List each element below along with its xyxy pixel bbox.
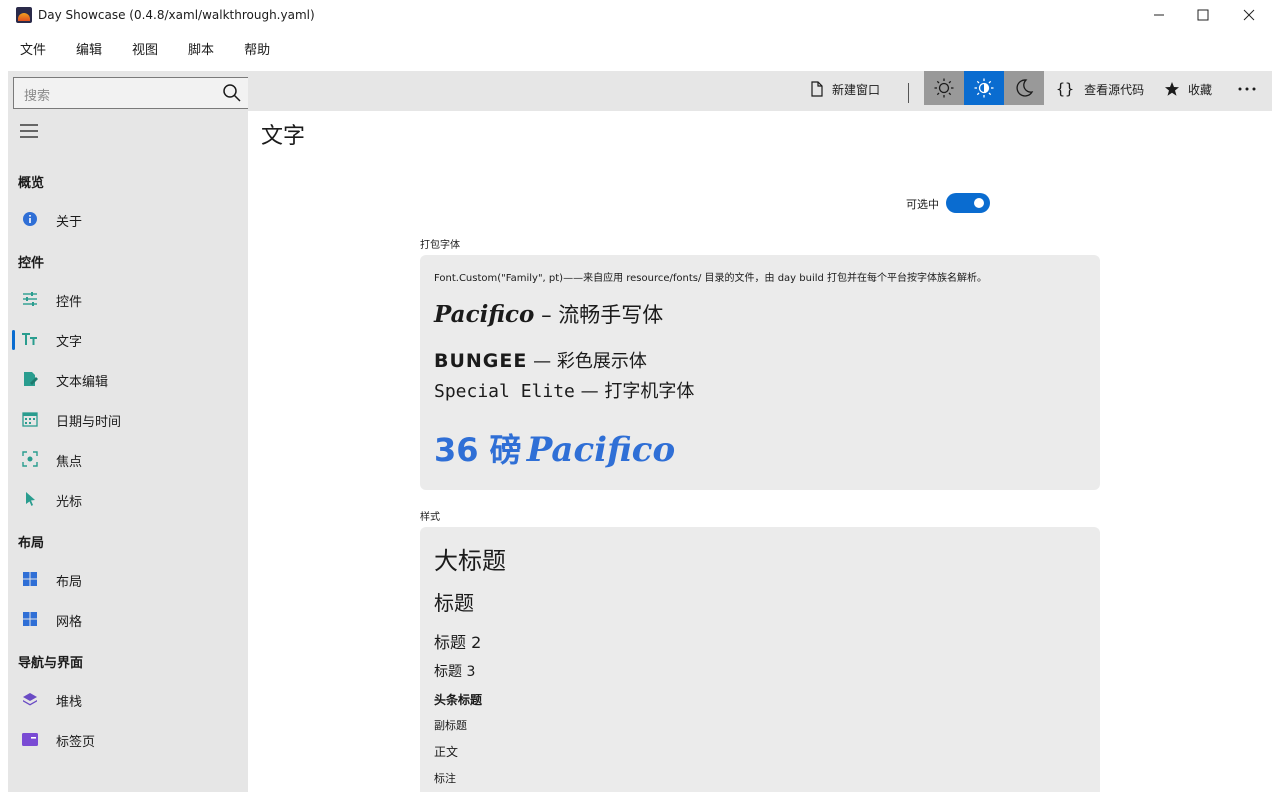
search-input[interactable]: 搜索	[13, 77, 251, 109]
font-sample-pacifico: Pacifico – 流畅手写体	[434, 301, 664, 328]
sidebar-item-label: 光标	[56, 495, 83, 510]
sidebar-item-label: 日期与时间	[56, 415, 122, 430]
sun-icon	[934, 78, 954, 98]
menu-script[interactable]: 脚本	[168, 36, 228, 66]
maximize-icon	[1197, 9, 1209, 21]
nav-header-layout: 布局	[18, 536, 45, 551]
style-body: 正文	[434, 745, 459, 759]
toolbar-divider	[908, 83, 909, 103]
nav-header-controls: 控件	[18, 256, 45, 271]
style-title-2: 标题 2	[434, 633, 482, 652]
app-icon	[16, 7, 32, 23]
light-theme-button[interactable]	[924, 71, 964, 105]
new-window-button[interactable]: 新建窗口	[810, 71, 880, 107]
layers-icon	[23, 693, 37, 706]
style-caption: 标注	[434, 772, 456, 785]
minimize-icon	[1154, 14, 1164, 16]
style-title-3: 标题 3	[434, 664, 476, 680]
bundled-fonts-description: Font.Custom("Family", pt)——来自应用 resource…	[434, 273, 988, 284]
text-icon	[22, 333, 37, 345]
minimize-button[interactable]	[1136, 0, 1182, 30]
page-title: 文字	[261, 124, 306, 149]
sidebar-item-label: 布局	[56, 575, 83, 590]
selectable-toggle[interactable]	[946, 193, 990, 213]
tab-icon	[22, 733, 38, 746]
sidebar-item-label: 文本编辑	[56, 375, 109, 390]
style-subheadline: 副标题	[434, 719, 467, 732]
font-sample-bungee: BUNGEE — 彩色展示体	[434, 350, 647, 372]
selectable-toggle-label: 可选中	[906, 198, 939, 211]
style-headline: 头条标题	[434, 693, 483, 707]
style-title: 标题	[434, 591, 474, 615]
toolbar: 新建窗口 {} 查看源代码 收藏	[248, 71, 1272, 111]
menu-view[interactable]: 视图	[112, 36, 172, 66]
nav-header-navigation: 导航与界面	[18, 656, 84, 671]
info-icon	[23, 212, 37, 226]
font-size-sample: 36 磅 Pacifico	[434, 430, 676, 470]
sidebar-item-grid[interactable]: 网格	[10, 601, 246, 637]
sidebar-item-label: 控件	[56, 295, 83, 310]
menu-file[interactable]: 文件	[0, 36, 60, 66]
star-icon	[1165, 82, 1179, 96]
sidebar-item-label: 关于	[56, 215, 83, 230]
bundled-fonts-label: 打包字体	[420, 240, 460, 251]
menu-bar: 文件 编辑 视图 脚本 帮助	[0, 36, 280, 66]
hamburger-menu-icon[interactable]	[20, 124, 38, 138]
close-button[interactable]	[1226, 0, 1272, 30]
grid-icon	[23, 572, 37, 586]
menu-edit[interactable]: 编辑	[56, 36, 116, 66]
title-bar: Day Showcase (0.4.8/xaml/walkthrough.yam…	[0, 0, 1280, 32]
cursor-icon	[26, 492, 35, 506]
sliders-icon	[23, 292, 37, 306]
edit-doc-icon	[24, 372, 38, 386]
document-icon	[811, 81, 823, 97]
sidebar-item-stack[interactable]: 堆栈	[10, 681, 246, 717]
style-large-title: 大标题	[434, 547, 506, 575]
window-title: Day Showcase (0.4.8/xaml/walkthrough.yam…	[38, 8, 315, 22]
calendar-icon	[22, 412, 38, 427]
sidebar-item-controls[interactable]: 控件	[10, 281, 246, 317]
sidebar-item-about[interactable]: 关于	[10, 201, 246, 237]
more-options-button[interactable]	[1238, 71, 1264, 107]
sidebar-item-label: 网格	[56, 615, 83, 630]
dark-theme-button[interactable]	[1004, 71, 1044, 105]
nav-header-overview: 概览	[18, 176, 45, 191]
sidebar-item-focus[interactable]: 焦点	[10, 441, 246, 477]
font-sample-special-elite: Special Elite — 打字机字体	[434, 381, 695, 402]
sidebar-item-text[interactable]: 文字	[10, 321, 246, 357]
sidebar-item-label: 文字	[56, 335, 83, 350]
favorite-button[interactable]: 收藏	[1164, 71, 1212, 107]
sidebar-item-cursor[interactable]: 光标	[10, 481, 246, 517]
styles-label: 样式	[420, 512, 440, 523]
search-placeholder: 搜索	[24, 89, 51, 104]
sidebar-item-date-time[interactable]: 日期与时间	[10, 401, 246, 437]
bundled-fonts-card: Font.Custom("Family", pt)——来自应用 resource…	[420, 255, 1100, 490]
grid-icon	[23, 612, 37, 626]
moon-icon	[1016, 79, 1034, 97]
search-icon[interactable]	[222, 83, 242, 103]
sidebar-item-label: 焦点	[56, 455, 83, 470]
sidebar-item-label: 标签页	[56, 735, 96, 750]
more-icon	[1238, 87, 1256, 91]
view-source-label: 查看源代码	[1084, 82, 1145, 97]
half-sun-icon	[974, 78, 994, 98]
new-window-label: 新建窗口	[832, 82, 881, 97]
braces-icon: {}	[1056, 80, 1075, 98]
auto-theme-button[interactable]	[964, 71, 1004, 105]
favorite-label: 收藏	[1188, 82, 1213, 97]
sidebar-item-layout[interactable]: 布局	[10, 561, 246, 597]
styles-card: 大标题 标题 标题 2 标题 3 头条标题 副标题 正文 标注	[420, 527, 1100, 792]
menu-help[interactable]: 帮助	[224, 36, 284, 66]
sidebar-item-text-edit[interactable]: 文本编辑	[10, 361, 246, 397]
close-icon	[1243, 9, 1255, 21]
sidebar-item-label: 堆栈	[56, 695, 83, 710]
focus-icon	[22, 451, 38, 467]
sidebar-item-tabs[interactable]: 标签页	[10, 721, 246, 757]
view-source-button[interactable]: {} 查看源代码	[1056, 71, 1144, 107]
maximize-button[interactable]	[1180, 0, 1226, 30]
